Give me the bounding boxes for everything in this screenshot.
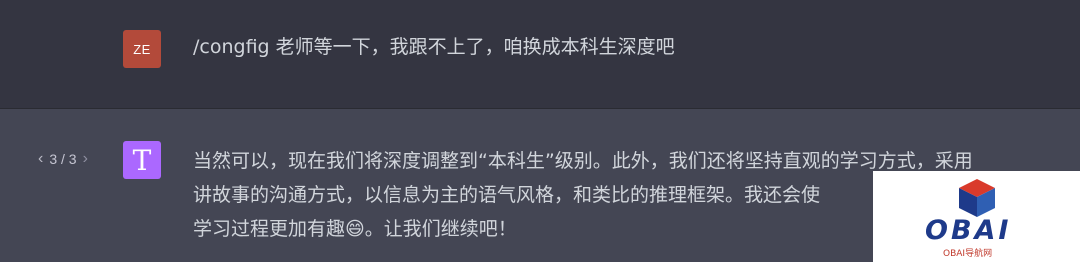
user-message-text: /congfig 老师等一下，我跟不上了，咱换成本科生深度吧 <box>193 36 675 58</box>
assistant-avatar: T <box>123 141 161 179</box>
watermark-subtitle: OBAI导航网 <box>943 249 993 259</box>
chevron-left-icon[interactable]: ‹ <box>38 150 43 168</box>
response-counter: 3 / 3 <box>49 151 77 167</box>
watermark-brand: OBAI <box>925 215 1012 246</box>
watermark-logo: OBAI OBAI导航网 <box>873 171 1080 262</box>
chevron-right-icon[interactable]: › <box>83 150 88 168</box>
response-pager: ‹ 3 / 3 › <box>38 150 88 168</box>
user-avatar: ZE <box>123 30 161 68</box>
cube-logo-icon <box>959 179 995 217</box>
user-message-row: ZE /congfig 老师等一下，我跟不上了，咱换成本科生深度吧 <box>0 0 1080 109</box>
